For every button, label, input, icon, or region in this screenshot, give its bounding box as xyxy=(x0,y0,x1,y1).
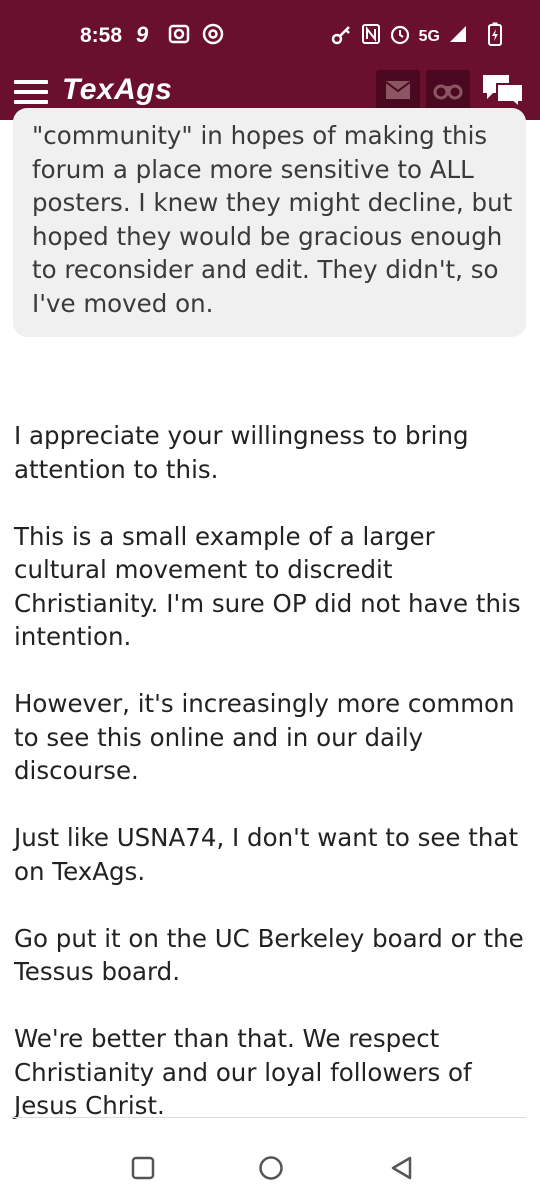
chat-bubbles-icon xyxy=(481,72,525,112)
status-bar: 8:58 9 5G xyxy=(0,0,540,64)
status-right-icons: 5G xyxy=(331,22,502,51)
mail-icon xyxy=(385,80,411,104)
network-label: 5G xyxy=(418,27,440,45)
chrome-icon xyxy=(202,23,224,50)
home-icon xyxy=(257,1154,285,1186)
signal-icon xyxy=(448,24,468,49)
system-nav-bar xyxy=(0,1136,540,1200)
quote-line: forum a place more sensitive to ALL xyxy=(32,154,474,184)
quote-line: "community" in hopes of making this xyxy=(32,121,488,150)
battery-charging-icon xyxy=(488,22,502,51)
status-left-icons: 9 xyxy=(134,22,224,51)
post-paragraph: Go put it on the UC Berkeley board or th… xyxy=(14,923,524,987)
post-paragraph: We're better than that. We respect Chris… xyxy=(14,1024,472,1120)
key-icon xyxy=(331,23,353,50)
nine-app-icon: 9 xyxy=(134,22,156,51)
quote-line: I've moved on. xyxy=(32,288,214,318)
svg-text:9: 9 xyxy=(136,22,149,46)
quote-line: hoped they would be gracious enough xyxy=(32,221,503,251)
alarm-icon xyxy=(389,23,411,50)
post-paragraph: However, it's increasingly more common t… xyxy=(14,689,515,785)
post-body: I appreciate your willingness to bring a… xyxy=(14,419,534,1156)
post-paragraph: This is a small example of a larger cult… xyxy=(14,521,521,652)
camera-scan-icon xyxy=(168,23,190,50)
binoculars-icon xyxy=(433,80,463,104)
home-button[interactable] xyxy=(255,1154,287,1186)
quote-line: to reconsider and edit. They didn't, so xyxy=(32,255,499,284)
recents-icon xyxy=(130,1155,156,1185)
back-button[interactable] xyxy=(386,1154,418,1186)
post-divider xyxy=(13,1117,526,1118)
post-paragraph: Just like USNA74, I don't want to see th… xyxy=(14,823,519,886)
texags-logo[interactable]: TexAgs xyxy=(62,73,172,107)
recents-button[interactable] xyxy=(127,1154,159,1186)
status-time: 8:58 xyxy=(80,24,123,47)
nfc-icon xyxy=(361,23,381,50)
quote-text: "community" in hopes of making this foru… xyxy=(32,119,522,320)
back-icon xyxy=(388,1154,416,1186)
menu-icon[interactable] xyxy=(14,79,48,109)
quote-line: posters. I knew they might decline, but xyxy=(32,188,513,217)
post-paragraph: I appreciate your willingness to bring a… xyxy=(14,421,469,484)
